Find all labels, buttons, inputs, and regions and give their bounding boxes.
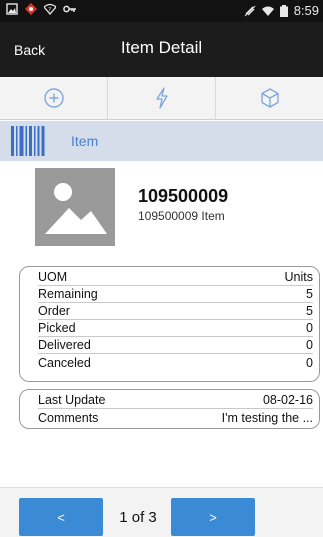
image-placeholder-icon bbox=[45, 183, 107, 234]
detail-label: Remaining bbox=[38, 287, 98, 301]
detail-row-remaining: Remaining 5 bbox=[38, 286, 313, 303]
detail-row-picked: Picked 0 bbox=[38, 320, 313, 337]
mute-icon bbox=[244, 5, 256, 16]
pager-bar: < 1 of 3 > bbox=[0, 487, 323, 537]
package-button[interactable] bbox=[216, 77, 323, 119]
item-info-card: Last Update 08-02-16 Comments I'm testin… bbox=[19, 389, 320, 429]
quick-action-button[interactable] bbox=[108, 77, 216, 119]
page-indicator: 1 of 3 bbox=[119, 509, 157, 526]
detail-label: UOM bbox=[38, 270, 68, 284]
add-button[interactable] bbox=[0, 77, 108, 119]
action-toolbar bbox=[0, 77, 323, 120]
wifi-icon bbox=[261, 6, 274, 16]
detail-row-uom: UOM Units bbox=[38, 269, 313, 286]
detail-value: 5 bbox=[306, 304, 313, 318]
detail-label: Canceled bbox=[38, 355, 91, 370]
wifi-question-icon: ? bbox=[44, 3, 56, 15]
detail-row-order: Order 5 bbox=[38, 303, 313, 320]
svg-text:?: ? bbox=[48, 7, 51, 14]
app-notification-icon bbox=[25, 3, 37, 15]
status-icons-left: ? bbox=[6, 3, 77, 15]
item-image-placeholder bbox=[35, 168, 115, 246]
status-time: 8:59 bbox=[293, 3, 319, 18]
item-description: 109500009 Item bbox=[138, 209, 225, 223]
detail-row-canceled: Canceled 0 bbox=[38, 354, 313, 371]
add-circle-icon bbox=[43, 88, 64, 108]
app-bar: Back Item Detail bbox=[0, 22, 323, 77]
detail-value: 0 bbox=[306, 321, 313, 335]
next-button[interactable]: > bbox=[171, 498, 255, 536]
status-icons-right: 8:59 bbox=[244, 3, 319, 18]
detail-label: Last Update bbox=[38, 393, 106, 407]
detail-row-comments[interactable]: Comments I'm testing the ... bbox=[38, 409, 313, 426]
detail-label: Delivered bbox=[38, 338, 91, 352]
detail-row-delivered: Delivered 0 bbox=[38, 337, 313, 354]
detail-value: Units bbox=[284, 270, 313, 284]
battery-icon bbox=[279, 4, 288, 17]
key-icon bbox=[63, 5, 76, 13]
detail-value: 0 bbox=[306, 355, 313, 370]
item-section-label: Item bbox=[71, 133, 99, 149]
detail-row-last-update: Last Update 08-02-16 bbox=[38, 392, 313, 409]
detail-value: 08-02-16 bbox=[262, 393, 313, 407]
detail-value: 0 bbox=[306, 338, 313, 352]
image-notification-icon bbox=[6, 3, 18, 15]
item-section-header: Item bbox=[0, 121, 323, 161]
page-title: Item Detail bbox=[120, 38, 203, 57]
status-bar: ? 8:59 bbox=[0, 0, 323, 22]
detail-label: Comments bbox=[38, 410, 99, 425]
item-id: 109500009 bbox=[138, 186, 229, 206]
lightning-icon bbox=[155, 87, 168, 109]
cube-icon bbox=[260, 88, 279, 108]
detail-value: 5 bbox=[306, 287, 313, 301]
detail-value: I'm testing the ... bbox=[221, 410, 313, 425]
detail-label: Order bbox=[38, 304, 70, 318]
previous-button[interactable]: < bbox=[19, 498, 103, 536]
barcode-icon bbox=[11, 126, 45, 156]
item-quantities-card: UOM Units Remaining 5 Order 5 Picked 0 D… bbox=[19, 266, 320, 382]
detail-label: Picked bbox=[38, 321, 76, 335]
